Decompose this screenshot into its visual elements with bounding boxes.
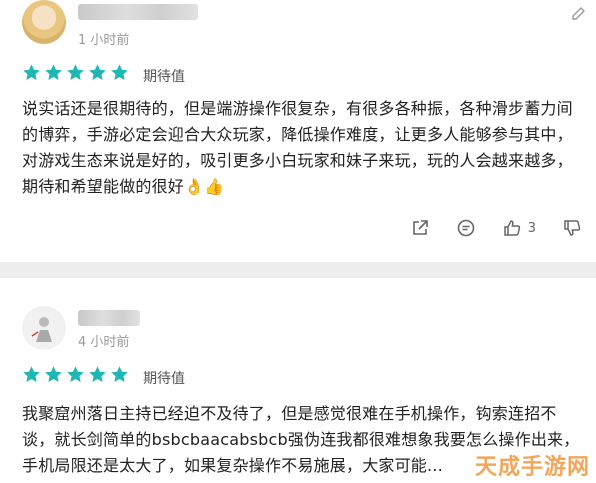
comment-time: 1 小时前 (78, 33, 130, 48)
star-icon (88, 63, 107, 82)
comment-time: 4 小时前 (78, 335, 130, 350)
reply-icon (456, 218, 476, 238)
comment-actions: 3 (410, 218, 582, 238)
star-icon (110, 365, 129, 384)
like-button[interactable]: 3 (502, 218, 536, 238)
rating-stars (22, 365, 129, 384)
username-blurred[interactable] (78, 310, 140, 326)
rating-label: 期待值 (143, 371, 185, 387)
comment-card: 1 小时前 期待值 说实话还是很期待的，但是端游操作很复杂，有很多各种振，各种滑… (0, 0, 596, 262)
like-icon (502, 218, 522, 238)
like-count: 3 (527, 220, 536, 236)
star-icon (22, 365, 41, 384)
star-icon (110, 63, 129, 82)
watermark-logo: 天成手游网 (474, 455, 590, 480)
star-icon (66, 365, 85, 384)
avatar[interactable] (22, 0, 66, 44)
comment-feed: 1 小时前 期待值 说实话还是很期待的，但是端游操作很复杂，有很多各种振，各种滑… (0, 0, 596, 483)
rating-stars (22, 63, 129, 82)
more-icon[interactable] (570, 6, 586, 26)
star-icon (44, 365, 63, 384)
reply-button[interactable] (456, 218, 476, 238)
avatar[interactable] (22, 306, 66, 350)
username-blurred[interactable] (78, 4, 198, 20)
star-icon (88, 365, 107, 384)
star-icon (44, 63, 63, 82)
star-icon (22, 63, 41, 82)
share-icon (410, 218, 430, 238)
star-icon (66, 63, 85, 82)
dislike-button[interactable] (562, 218, 582, 238)
comment-text: 说实话还是很期待的，但是端游操作很复杂，有很多各种振，各种滑步蓄力间的博弈，手游… (22, 99, 573, 196)
dislike-icon (562, 218, 582, 238)
rating-label: 期待值 (143, 69, 185, 85)
share-button[interactable] (410, 218, 430, 238)
